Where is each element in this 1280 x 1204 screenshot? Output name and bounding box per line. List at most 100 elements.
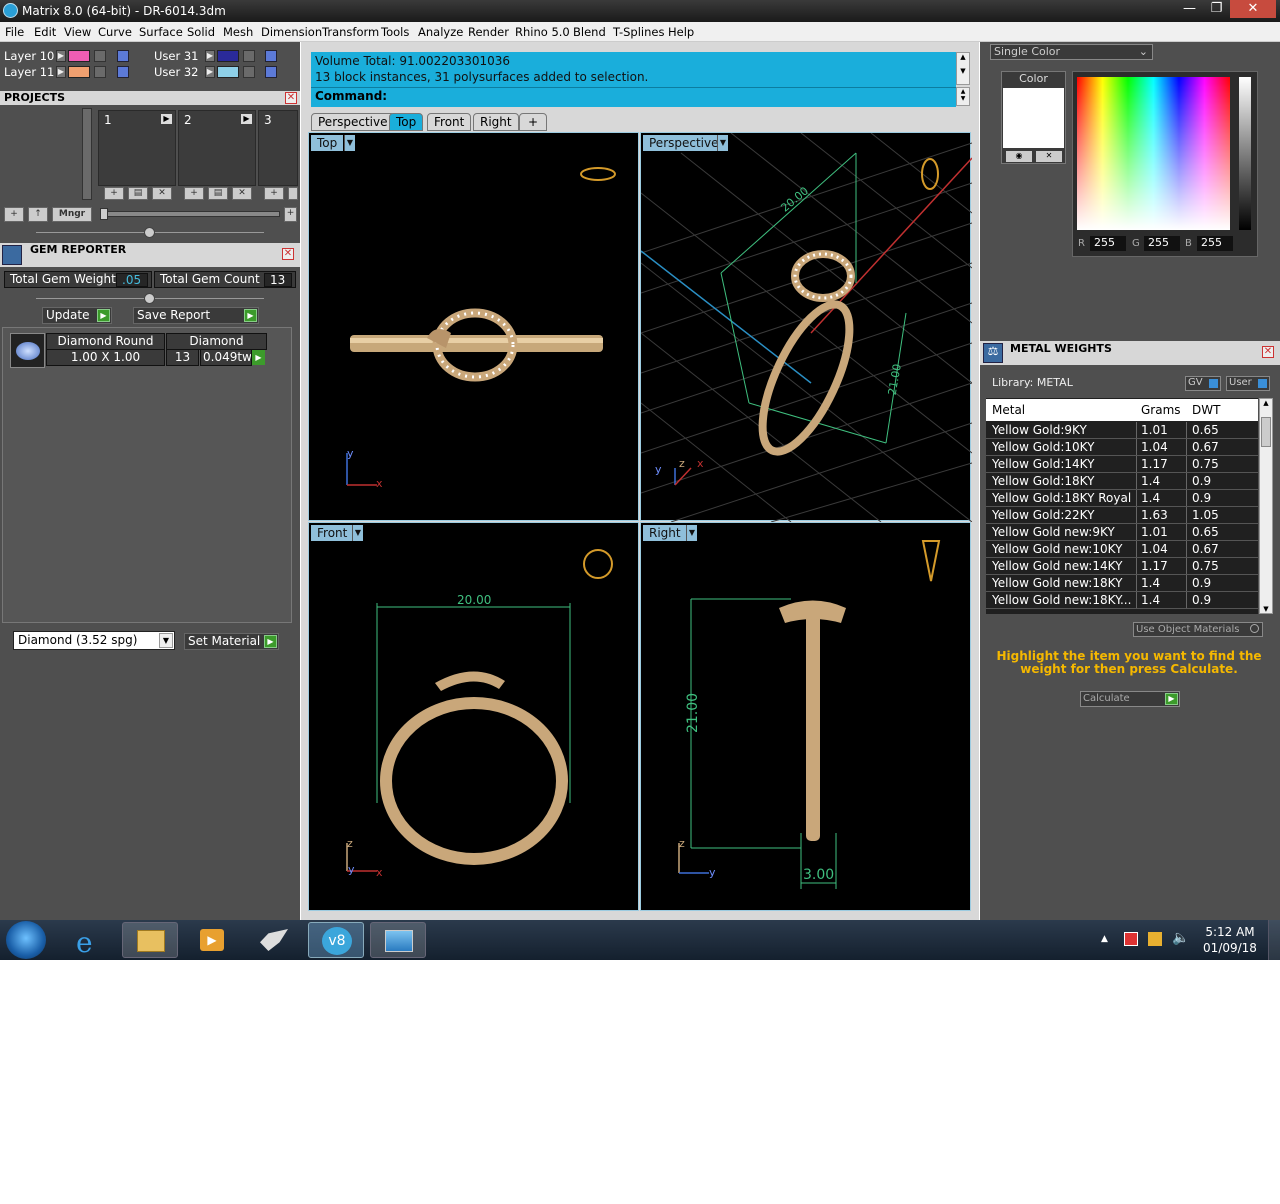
command-spinner[interactable]: ▲ ▼ — [956, 87, 970, 106]
project-delete-icon[interactable]: ✕ — [232, 187, 252, 200]
viewport-label[interactable]: Right — [643, 525, 687, 541]
menu-help[interactable]: Help — [668, 25, 694, 39]
viewport-right[interactable]: 21.00 3.00 Right ▼ z y — [640, 522, 971, 911]
expand-arrow-icon[interactable]: ▶ — [205, 50, 215, 62]
add-project-button[interactable]: + — [4, 207, 24, 222]
user-toggle[interactable]: User — [1226, 376, 1270, 391]
menu-rhino[interactable]: Rhino 5.0 — [515, 25, 570, 39]
menu-file[interactable]: File — [5, 25, 24, 39]
project-save-icon[interactable]: ▤ — [128, 187, 148, 200]
visibility-icon[interactable] — [117, 66, 129, 78]
red-value-field[interactable]: 255 — [1090, 236, 1126, 251]
save-report-button[interactable]: Save Report ▶ — [133, 307, 259, 324]
network-icon[interactable] — [1148, 932, 1162, 946]
chevron-down-icon[interactable]: ▼ — [686, 525, 697, 541]
expand-arrow-icon[interactable]: ▶ — [56, 50, 66, 62]
menu-render[interactable]: Render — [468, 25, 509, 39]
show-desktop-button[interactable] — [1268, 920, 1280, 960]
close-metal-weights-icon[interactable]: ✕ — [1262, 346, 1274, 358]
internet-explorer-icon[interactable]: e — [60, 922, 116, 959]
blue-value-field[interactable]: 255 — [1197, 236, 1233, 251]
scroll-down-icon[interactable]: ▼ — [1260, 605, 1272, 613]
project-slot[interactable]: 1 ▶ — [98, 110, 176, 186]
menu-solid[interactable]: Solid — [187, 25, 215, 39]
viewport-perspective[interactable]: 20.00 21.00 Perspective ▼ y z x — [640, 132, 972, 522]
volume-icon[interactable]: 🔈 — [1172, 930, 1189, 946]
layer-row[interactable]: Layer 11 ▶ — [4, 65, 149, 80]
photo-viewer-icon[interactable] — [370, 922, 426, 958]
clock-date[interactable]: 01/09/18 — [1200, 941, 1260, 955]
table-row[interactable]: Yellow Gold:22KY 1.63 1.05 — [986, 507, 1258, 524]
show-hidden-icons[interactable]: ▲ — [1101, 934, 1108, 944]
table-row[interactable]: Yellow Gold:14KY 1.17 0.75 — [986, 456, 1258, 473]
visibility-icon[interactable] — [117, 50, 129, 62]
project-zoom-slider[interactable] — [100, 211, 280, 217]
close-gem-reporter-icon[interactable]: ✕ — [282, 248, 294, 260]
update-button[interactable]: Update ▶ — [42, 307, 112, 324]
calculate-button[interactable]: Calculate ▶ — [1080, 691, 1180, 707]
tab-add-icon[interactable]: + — [519, 113, 547, 131]
file-explorer-icon[interactable] — [122, 922, 178, 958]
table-row[interactable]: Yellow Gold:9KY 1.01 0.65 — [986, 422, 1258, 439]
menu-tsplines[interactable]: T-Splines — [613, 25, 664, 39]
chevron-down-icon[interactable]: ▼ — [717, 135, 728, 151]
metal-table-scrollbar[interactable]: ▲ ▼ — [1259, 398, 1273, 614]
action-center-icon[interactable] — [1124, 932, 1138, 946]
gem-thumbnail[interactable] — [10, 333, 45, 368]
menu-mesh[interactable]: Mesh — [223, 25, 253, 39]
zoom-in-icon[interactable]: + — [284, 207, 297, 222]
tab-right[interactable]: Right — [473, 113, 519, 131]
chevron-down-icon[interactable]: ▼ — [352, 525, 363, 541]
close-button[interactable]: ✕ — [1230, 0, 1276, 18]
menu-tools[interactable]: Tools — [381, 25, 409, 39]
current-color-swatch[interactable] — [1003, 88, 1064, 148]
lock-icon[interactable] — [94, 50, 106, 62]
matrix-icon[interactable]: v8 — [308, 922, 364, 958]
command-scrollbar[interactable]: ▲ ▼ — [956, 52, 970, 85]
layer-row[interactable]: User 31 ▶ — [154, 49, 294, 64]
go-arrow-icon[interactable]: ▶ — [252, 350, 265, 365]
layer-color-swatch[interactable] — [68, 50, 90, 62]
tab-perspective[interactable]: Perspective — [311, 113, 395, 131]
layer-color-swatch[interactable] — [217, 50, 239, 62]
project-add-icon[interactable]: + — [104, 187, 124, 200]
set-material-button[interactable]: Set Material ▶ — [184, 633, 279, 650]
command-line[interactable]: Command: — [311, 87, 956, 106]
play-icon[interactable]: ▶ — [241, 114, 252, 124]
table-row[interactable]: Yellow Gold new:18KY... 1.4 0.9 — [986, 592, 1258, 609]
layer-row[interactable]: User 32 ▶ — [154, 65, 294, 80]
menu-analyze[interactable]: Analyze — [418, 25, 463, 39]
use-object-materials-toggle[interactable]: Use Object Materials — [1133, 622, 1263, 637]
start-button[interactable] — [6, 921, 46, 959]
manager-button[interactable]: Mngr — [52, 207, 92, 222]
command-input[interactable] — [387, 90, 954, 105]
clock-time[interactable]: 5:12 AM — [1200, 925, 1260, 939]
splitter-handle[interactable] — [144, 293, 155, 304]
lock-icon[interactable] — [94, 66, 106, 78]
scroll-thumb[interactable] — [1261, 417, 1271, 447]
viewport-label[interactable]: Perspective — [643, 135, 725, 151]
lock-icon[interactable] — [243, 66, 255, 78]
table-row[interactable]: Yellow Gold new:10KY 1.04 0.67 — [986, 541, 1258, 558]
layer-row[interactable]: Layer 10 ▶ — [4, 49, 149, 64]
menu-edit[interactable]: Edit — [34, 25, 56, 39]
green-value-field[interactable]: 255 — [1144, 236, 1180, 251]
table-row[interactable]: Yellow Gold new:18KY 1.4 0.9 — [986, 575, 1258, 592]
project-slot[interactable]: 2 ▶ — [178, 110, 256, 186]
up-project-button[interactable]: ↑ — [28, 207, 48, 222]
menu-surface[interactable]: Surface — [139, 25, 183, 39]
slider-thumb[interactable] — [100, 208, 108, 220]
project-delete-icon[interactable]: ✕ — [152, 187, 172, 200]
menu-blend[interactable]: Blend — [573, 25, 606, 39]
gv-toggle[interactable]: GV — [1185, 376, 1221, 391]
brightness-slider[interactable] — [1239, 77, 1251, 230]
material-select[interactable]: Diamond (3.52 spg) ▼ — [13, 631, 175, 650]
color-gradient-field[interactable] — [1077, 77, 1230, 230]
menu-dimension[interactable]: Dimension — [261, 25, 322, 39]
scroll-down-icon[interactable]: ▼ — [957, 67, 969, 75]
tab-front[interactable]: Front — [427, 113, 472, 131]
menu-view[interactable]: View — [64, 25, 91, 39]
lock-icon[interactable] — [243, 50, 255, 62]
menu-curve[interactable]: Curve — [98, 25, 132, 39]
visibility-icon[interactable] — [265, 66, 277, 78]
